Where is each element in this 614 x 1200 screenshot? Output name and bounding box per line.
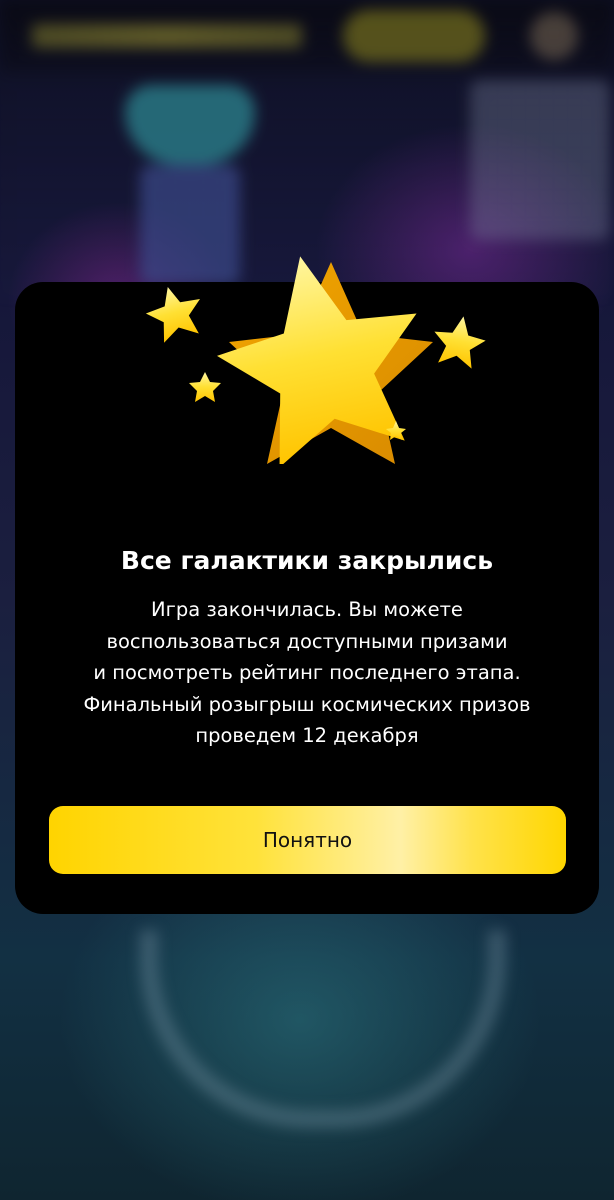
modal-message-line: проведем 12 декабря	[195, 724, 419, 747]
modal-message-line: Финальный розыгрыш космических призов	[83, 692, 531, 716]
background-logo	[32, 24, 302, 48]
small-star-icon	[434, 316, 486, 369]
app-screen: Все галактики закрылись Игра закончилась…	[0, 0, 614, 1200]
ok-button[interactable]: Понятно	[49, 806, 566, 874]
game-over-modal: Все галактики закрылись Игра закончилась…	[15, 256, 599, 914]
background-platform	[140, 930, 506, 1128]
background-building	[470, 80, 610, 240]
modal-title: Все галактики закрылись	[120, 546, 494, 575]
modal-message-line: воспользоваться доступными призами	[106, 629, 508, 653]
small-star-icon	[145, 286, 200, 343]
modal-message-line: Игра закончилась. Вы можете	[151, 598, 463, 621]
background-header-button	[343, 10, 485, 62]
big-star-icon	[216, 256, 433, 464]
modal-message-line: и посмотреть рейтинг последнего этапа.	[93, 661, 521, 684]
small-star-icon	[189, 372, 221, 402]
background-avatar	[530, 12, 578, 60]
modal-message: Игра закончилась. Вы можете воспользоват…	[15, 594, 599, 752]
stars-illustration	[145, 256, 486, 464]
